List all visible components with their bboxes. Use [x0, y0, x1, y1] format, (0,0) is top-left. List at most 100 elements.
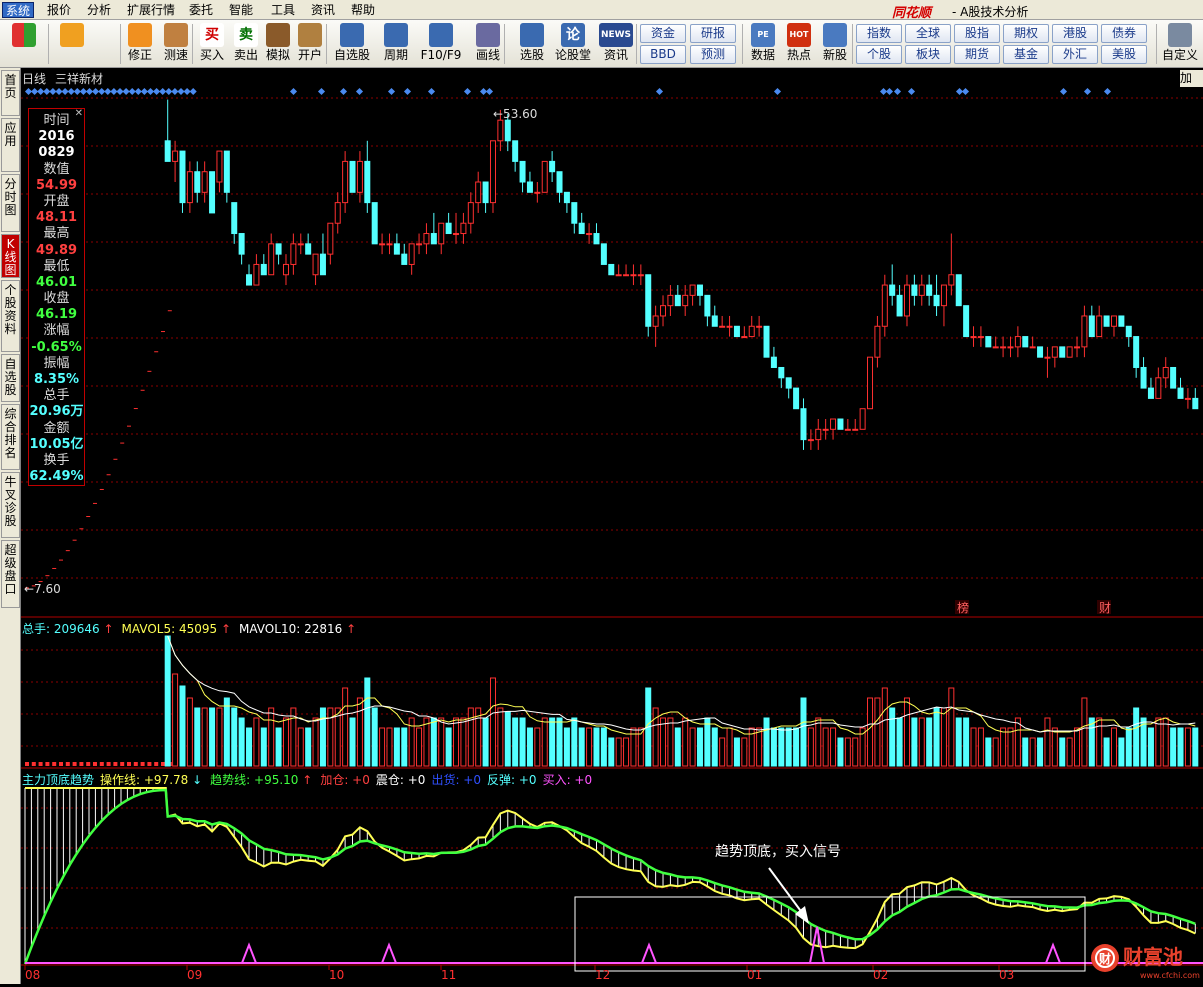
sidetab-2[interactable]: 分时图 — [1, 174, 20, 232]
chart-area[interactable]: ←53.60 ←7.60 榜财趋势顶底，买入信号 08 09 10 11 12 01 02 03 — [21, 68, 1203, 984]
kline-chart-svg[interactable]: ←53.60←7.60榜 财趋势顶底，买入信号08 09 10 11 12 01 02 03 — [21, 68, 1203, 984]
forum-button[interactable]: 论论股堂 — [552, 22, 594, 66]
volume-bar — [667, 717, 674, 767]
back-arrow-icon — [60, 23, 84, 47]
sidetab-1[interactable]: 应用 — [1, 118, 20, 172]
grid-button-港股[interactable]: 港股 — [1052, 24, 1098, 43]
volume-bar — [275, 727, 282, 767]
pe-button[interactable]: PE 数据 — [746, 22, 780, 66]
info-label-3: 最高 — [43, 226, 70, 242]
menu-7[interactable]: 资讯 — [308, 2, 338, 18]
sidetab-6[interactable]: 综合排名 — [1, 404, 20, 470]
hot-button[interactable]: HOT 热点 — [782, 22, 816, 66]
sidetab-7[interactable]: 牛叉诊股 — [1, 472, 20, 538]
grid-button-指数[interactable]: 指数 — [856, 24, 902, 43]
sidetab-0[interactable]: 首页 — [1, 70, 20, 116]
monitor-button[interactable]: 选股 — [512, 22, 552, 66]
menu-1[interactable]: 报价 — [44, 2, 74, 18]
clock-button[interactable]: 周期 — [376, 22, 416, 66]
forum-label: 论股堂 — [554, 48, 591, 62]
candle — [608, 263, 615, 276]
volume-bar — [164, 635, 171, 767]
info-value-9: 10.05亿 — [29, 436, 84, 452]
up-down-arrows-label: 修正 — [127, 48, 152, 62]
grid-button-股指[interactable]: 股指 — [954, 24, 1000, 43]
grid-button-外汇[interactable]: 外汇 — [1052, 45, 1098, 64]
volume-bar — [194, 707, 201, 767]
info-value-0-b: 0829 — [38, 145, 75, 161]
clock-icon — [384, 23, 408, 47]
star-button[interactable]: 自选股 — [330, 22, 374, 66]
volume-bar — [297, 727, 304, 767]
info-value-8: 20.96万 — [29, 404, 84, 420]
volume-bar — [371, 707, 378, 767]
grid-button-BBD[interactable]: BBD — [640, 45, 686, 64]
grid-button-期权[interactable]: 期权 — [1003, 24, 1049, 43]
lock-button[interactable]: 开户 — [294, 22, 326, 66]
volume-bar — [460, 717, 467, 767]
menu-5[interactable]: 智能 — [226, 2, 256, 18]
x-axis-label-3: 11 — [441, 968, 456, 982]
grid-button-全球[interactable]: 全球 — [905, 24, 951, 43]
sidetab-3[interactable]: K线图 — [1, 234, 20, 278]
grid-button[interactable] — [4, 22, 44, 66]
sell-button[interactable]: 卖卖出 — [230, 22, 262, 66]
sidetab-8[interactable]: 超级盘口 — [1, 540, 20, 608]
candle — [1037, 346, 1044, 358]
volume-bar — [438, 717, 445, 767]
event-marker-1: 财 — [1099, 601, 1111, 615]
sidetab-5[interactable]: 自选股 — [1, 354, 20, 402]
back-arrow-button[interactable] — [52, 22, 92, 66]
menu-3[interactable]: 扩展行情 — [124, 2, 178, 18]
menu-8[interactable]: 帮助 — [348, 2, 378, 18]
x-axis-label-0: 08 — [25, 968, 40, 982]
buy-button[interactable]: 买买入 — [196, 22, 228, 66]
menu-bar: 系统 报价 分析 扩展行情 委托 智能 工具 资讯 帮助 同花顺 - A股技术分析 — [0, 0, 1203, 21]
new-stock-button[interactable]: 新股 — [818, 22, 852, 66]
add-watchlist-button[interactable]: 加自 — [1180, 70, 1203, 102]
volume-header: 总手: 209646 ↑ MAVOL5: 45095 ↑ MAVOL10: 2281… — [22, 620, 364, 637]
close-icon[interactable]: ✕ — [75, 108, 83, 119]
up-down-arrows-button[interactable]: 修正 — [124, 22, 156, 66]
up-down-arrows-icon — [128, 23, 152, 47]
grid-button-基金[interactable]: 基金 — [1003, 45, 1049, 64]
speed-button[interactable]: 测速 — [158, 22, 194, 66]
volume-bar — [312, 717, 319, 767]
volume-bar — [133, 762, 138, 766]
menu-0[interactable]: 系统 — [2, 2, 35, 18]
document-button[interactable]: F10/F9 — [418, 22, 464, 66]
x-axis-label-2: 10 — [329, 968, 344, 982]
grid-button-资金[interactable]: 资金 — [640, 24, 686, 43]
sidetab-4[interactable]: 个股资料 — [1, 280, 20, 352]
volume-bar — [719, 737, 726, 767]
toolbar: 修正 测速买买入卖卖出 模拟 开户 自选股 周期 F10/F9 画线 选股论论股堂 NEWS 资讯资… — [0, 20, 1203, 68]
hot-icon: HOT — [787, 23, 811, 47]
volume-bar — [1125, 727, 1132, 767]
speed-icon — [164, 23, 188, 47]
toolbar-separator — [192, 24, 193, 64]
grid-button-研报[interactable]: 研报 — [690, 24, 736, 43]
customize-button[interactable]: 自定义 — [1160, 22, 1200, 66]
grid-button-板块[interactable]: 板块 — [905, 45, 951, 64]
volume-bar — [660, 717, 667, 767]
hammer-button[interactable]: 模拟 — [262, 22, 294, 66]
grid-button-预测[interactable]: 预测 — [690, 45, 736, 64]
grid-button-期货[interactable]: 期货 — [954, 45, 1000, 64]
menu-2[interactable]: 分析 — [84, 2, 114, 18]
customize-icon — [1168, 23, 1192, 47]
volume-bar — [79, 762, 84, 766]
menu-6[interactable]: 工具 — [268, 2, 298, 18]
grid-button-债券[interactable]: 债券 — [1101, 24, 1147, 43]
news-button[interactable]: NEWS 资讯 — [596, 22, 636, 66]
info-label-8: 总手 — [43, 388, 70, 404]
volume-bar — [785, 727, 792, 767]
lock-label: 开户 — [297, 48, 322, 62]
candle — [1118, 315, 1125, 327]
monitor-label: 选股 — [519, 48, 544, 62]
menu-4[interactable]: 委托 — [186, 2, 216, 18]
volume-bar — [881, 687, 888, 767]
grid-button-美股[interactable]: 美股 — [1101, 45, 1147, 64]
grid-button-个股[interactable]: 个股 — [856, 45, 902, 64]
volume-bar — [770, 727, 777, 767]
volume-bar — [342, 687, 349, 767]
